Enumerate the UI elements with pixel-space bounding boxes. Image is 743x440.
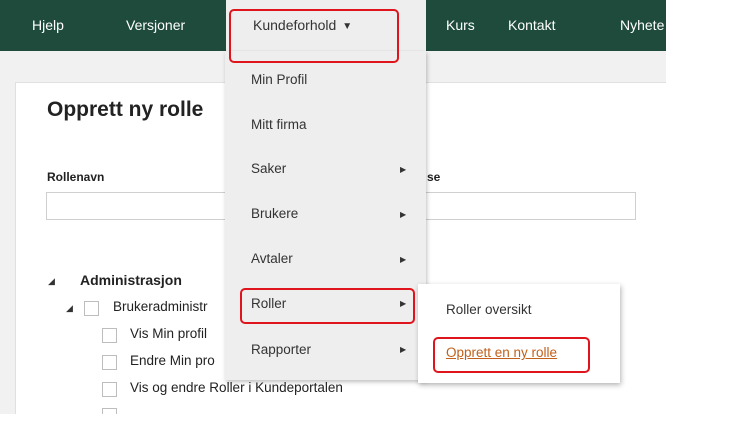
collapse-triangle-icon[interactable]: ◢ <box>48 276 55 287</box>
submenu-arrow-icon: ▶ <box>400 345 407 354</box>
submenu-item-roller-oversikt[interactable]: Roller oversikt <box>446 302 532 317</box>
tree-item-endre-min-profil: Endre Min pro <box>130 353 215 368</box>
menu-item-min-profil[interactable]: Min Profil <box>251 70 307 90</box>
nav-item-kurs[interactable]: Kurs <box>446 0 475 51</box>
submenu-arrow-icon: ▶ <box>400 299 407 308</box>
menu-item-saker[interactable]: Saker <box>251 159 286 179</box>
menu-item-brukere[interactable]: Brukere <box>251 204 298 224</box>
checkbox-endre-min-profil[interactable] <box>102 355 117 370</box>
submenu-arrow-icon: ▶ <box>400 165 407 174</box>
menu-item-rapporter[interactable]: Rapporter <box>251 340 311 360</box>
collapse-triangle-icon[interactable]: ◢ <box>66 303 73 314</box>
top-navigation: Hjelp Versjoner Kundeforhold ▼ Kurs Konta… <box>0 0 666 51</box>
menu-item-roller[interactable]: Roller <box>251 294 286 314</box>
menu-item-mitt-firma[interactable]: Mitt firma <box>251 115 307 135</box>
tree-item-vis-min-profil: Vis Min profil <box>130 326 208 341</box>
nav-item-kontakt[interactable]: Kontakt <box>508 0 555 51</box>
nav-item-nyheter[interactable]: Nyhete <box>620 0 664 51</box>
checkbox-vis-og-endre-roller[interactable] <box>102 382 117 397</box>
checkbox-next-item[interactable] <box>102 408 117 414</box>
page-title: Opprett ny rolle <box>47 98 204 121</box>
tree-item-vis-og-endre-roller: Vis og endre Roller i Kundeportalen <box>130 380 343 395</box>
checkbox-brukeradministrasjon[interactable] <box>84 301 99 316</box>
roller-submenu <box>418 284 620 383</box>
beskrivelse-label: se <box>427 170 441 184</box>
rollenavn-input[interactable] <box>46 192 246 220</box>
checkbox-vis-min-profil[interactable] <box>102 328 117 343</box>
submenu-arrow-icon: ▶ <box>400 255 407 264</box>
nav-item-kundeforhold[interactable]: Kundeforhold ▼ <box>253 0 352 51</box>
menu-item-avtaler[interactable]: Avtaler <box>251 249 293 269</box>
tree-subgroup-brukeradministrasjon: Brukeradministr <box>113 299 208 314</box>
submenu-item-opprett-ny-rolle[interactable]: Opprett en ny rolle <box>446 345 557 360</box>
tree-group-administrasjon: Administrasjon <box>80 272 182 288</box>
rollenavn-label: Rollenavn <box>47 170 105 184</box>
nav-item-kundeforhold-label: Kundeforhold <box>253 17 337 33</box>
submenu-arrow-icon: ▶ <box>400 210 407 219</box>
nav-item-versjoner[interactable]: Versjoner <box>126 0 185 51</box>
nav-item-hjelp[interactable]: Hjelp <box>32 0 64 51</box>
beskrivelse-input[interactable] <box>420 192 636 220</box>
caret-down-icon: ▼ <box>342 21 353 32</box>
